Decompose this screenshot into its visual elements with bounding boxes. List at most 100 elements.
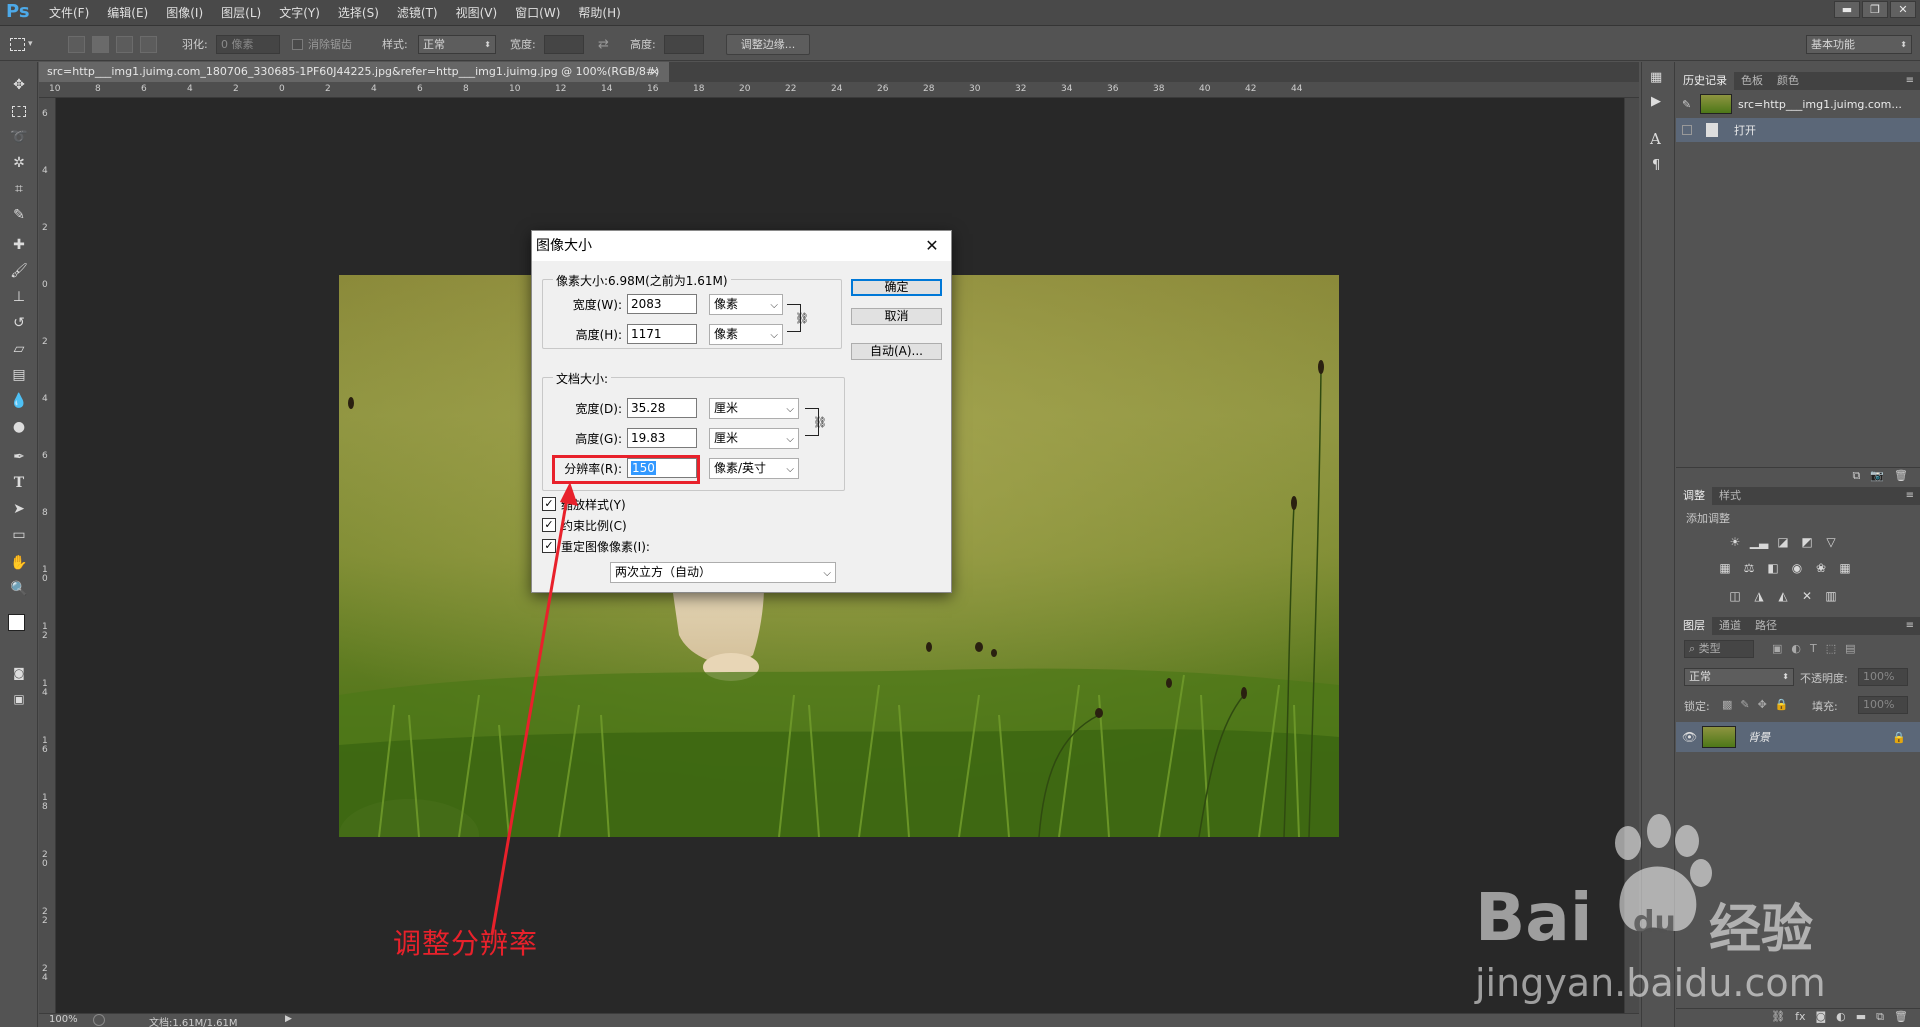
eyedropper-tool-icon[interactable]: ✎ — [8, 204, 30, 226]
new-selection-button[interactable] — [68, 36, 85, 53]
auto-button[interactable]: 自动(A)... — [851, 343, 942, 360]
invert-icon[interactable]: ◫ — [1726, 589, 1744, 603]
gradient-map-icon[interactable]: ▥ — [1822, 589, 1840, 603]
tab-layers[interactable]: 图层 — [1676, 617, 1712, 635]
tab-adjustments[interactable]: 调整 — [1676, 487, 1712, 505]
hue-saturation-icon[interactable]: ▦ — [1716, 561, 1734, 575]
menu-type[interactable]: 文字(Y) — [270, 0, 329, 26]
layer-filter-icons[interactable]: ▣◐T⬚▤ — [1772, 642, 1865, 655]
tab-paths[interactable]: 路径 — [1748, 617, 1784, 635]
close-window-button[interactable]: ✕ — [1890, 1, 1916, 18]
clone-stamp-tool-icon[interactable]: ⊥ — [8, 286, 30, 308]
add-mask-icon[interactable]: ◙ — [1815, 1009, 1826, 1025]
pixel-height-unit-select[interactable]: 像素 ⌵ — [709, 324, 783, 345]
new-layer-icon[interactable]: ⧉ — [1876, 1009, 1884, 1025]
type-tool-icon[interactable]: T — [8, 472, 30, 494]
new-adjustment-icon[interactable]: ◐ — [1836, 1009, 1846, 1025]
subtract-selection-button[interactable] — [116, 36, 133, 53]
restore-button[interactable]: ❐ — [1862, 1, 1888, 18]
layer-row-background[interactable]: 👁 背景 🔒 — [1676, 722, 1920, 752]
workspace-select[interactable]: 基本功能 ⬍ — [1806, 35, 1912, 54]
history-snapshot-row[interactable]: ✎ src=http___img1.juimg.com... — [1676, 92, 1920, 116]
black-white-icon[interactable]: ◧ — [1764, 561, 1782, 575]
menu-view[interactable]: 视图(V) — [447, 0, 507, 26]
exposure-icon[interactable]: ◩ — [1798, 535, 1816, 549]
paragraph-panel-icon[interactable]: ¶ — [1652, 158, 1660, 173]
vibrance-icon[interactable]: ▽ — [1822, 535, 1840, 549]
tab-channels[interactable]: 通道 — [1712, 617, 1748, 635]
blur-tool-icon[interactable]: 💧 — [8, 390, 30, 412]
actions-panel-icon[interactable]: ▶ — [1651, 94, 1661, 109]
pixel-width-unit-select[interactable]: 像素 ⌵ — [709, 294, 783, 315]
history-brush-tool-icon[interactable]: ↺ — [8, 312, 30, 334]
trash-icon[interactable]: 🗑 — [1894, 468, 1908, 484]
tool-preset-picker[interactable]: ▾ — [10, 33, 50, 55]
new-group-icon[interactable]: ▬ — [1856, 1009, 1866, 1025]
opacity-input[interactable]: 100% — [1858, 668, 1908, 686]
menu-edit[interactable]: 编辑(E) — [98, 0, 157, 26]
move-tool-icon[interactable]: ✥ — [8, 74, 30, 96]
levels-icon[interactable]: ▁▃ — [1750, 535, 1768, 549]
panel-menu-icon[interactable]: ≡ — [1906, 620, 1914, 631]
brush-tool-icon[interactable]: 🖌 — [8, 260, 30, 282]
posterize-icon[interactable]: ◮ — [1750, 589, 1768, 603]
menu-help[interactable]: 帮助(H) — [569, 0, 629, 26]
panel-menu-icon[interactable]: ≡ — [1906, 75, 1914, 86]
resolution-unit-select[interactable]: 像素/英寸 ⌵ — [709, 458, 799, 479]
width-input[interactable] — [544, 35, 584, 54]
tab-history[interactable]: 历史记录 — [1676, 72, 1734, 90]
resample-method-select[interactable]: 两次立方（自动） ⌵ — [610, 562, 836, 583]
ok-button[interactable]: 确定 — [851, 279, 942, 296]
layer-filter-select[interactable]: ⌕ 类型 — [1684, 640, 1754, 658]
quick-mask-icon[interactable]: ◙ — [8, 662, 30, 684]
gradient-tool-icon[interactable]: ▤ — [8, 364, 30, 386]
brightness-icon[interactable]: ☀ — [1726, 535, 1744, 549]
history-step-open[interactable]: 打开 — [1676, 118, 1920, 142]
doc-height-input[interactable]: 19.83 — [627, 428, 697, 448]
lasso-tool-icon[interactable]: ➰ — [8, 126, 30, 148]
tab-color[interactable]: 颜色 — [1770, 72, 1806, 90]
doc-width-input[interactable]: 35.28 — [627, 398, 697, 418]
history-panel-icon[interactable]: ▦ — [1650, 70, 1662, 85]
zoom-tool-icon[interactable]: 🔍 — [8, 578, 30, 600]
crop-tool-icon[interactable]: ⌗ — [8, 178, 30, 200]
swap-icon[interactable]: ⇄ — [598, 35, 609, 54]
color-balance-icon[interactable]: ⚖ — [1740, 561, 1758, 575]
document-tab[interactable]: src=http___img1.juimg.com_180706_330685-… — [39, 62, 669, 82]
selective-color-icon[interactable]: ✕ — [1798, 589, 1816, 603]
eraser-tool-icon[interactable]: ▱ — [8, 338, 30, 360]
menu-select[interactable]: 选择(S) — [329, 0, 388, 26]
snapshot-camera-icon[interactable]: 📷 — [1870, 468, 1884, 484]
doc-width-unit-select[interactable]: 厘米 ⌵ — [709, 398, 799, 419]
new-document-from-state-icon[interactable]: ⧉ — [1852, 468, 1860, 484]
rectangle-tool-icon[interactable]: ▭ — [8, 524, 30, 546]
color-lookup-icon[interactable]: ▦ — [1836, 561, 1854, 575]
character-panel-icon[interactable]: A — [1650, 130, 1661, 148]
menu-file[interactable]: 文件(F) — [40, 0, 98, 26]
channel-mixer-icon[interactable]: ❀ — [1812, 561, 1830, 575]
feather-input[interactable]: 0 像素 — [216, 35, 280, 54]
path-selection-tool-icon[interactable]: ➤ — [8, 498, 30, 520]
hand-tool-icon[interactable]: ✋ — [8, 552, 30, 574]
menu-window[interactable]: 窗口(W) — [506, 0, 569, 26]
panel-menu-icon[interactable]: ≡ — [1906, 490, 1914, 501]
marquee-tool-icon[interactable] — [8, 100, 30, 122]
intersect-selection-button[interactable] — [140, 36, 157, 53]
tab-swatches[interactable]: 色板 — [1734, 72, 1770, 90]
pixel-height-input[interactable]: 1171 — [627, 324, 697, 344]
cancel-button[interactable]: 取消 — [851, 308, 942, 325]
screen-mode-icon[interactable]: ▣ — [8, 688, 30, 710]
minimize-button[interactable]: ▬ — [1834, 1, 1860, 18]
fill-input[interactable]: 100% — [1858, 696, 1908, 714]
photo-filter-icon[interactable]: ◉ — [1788, 561, 1806, 575]
menu-filter[interactable]: 滤镜(T) — [388, 0, 447, 26]
magic-wand-tool-icon[interactable]: ✲ — [8, 152, 30, 174]
refine-edge-button[interactable]: 调整边缘... — [726, 34, 810, 55]
doc-height-unit-select[interactable]: 厘米 ⌵ — [709, 428, 799, 449]
height-input[interactable] — [664, 35, 704, 54]
close-document-icon[interactable]: × — [650, 62, 666, 82]
dialog-close-icon[interactable]: ✕ — [921, 235, 943, 257]
threshold-icon[interactable]: ◭ — [1774, 589, 1792, 603]
curves-icon[interactable]: ◪ — [1774, 535, 1792, 549]
status-icon[interactable] — [93, 1014, 105, 1026]
